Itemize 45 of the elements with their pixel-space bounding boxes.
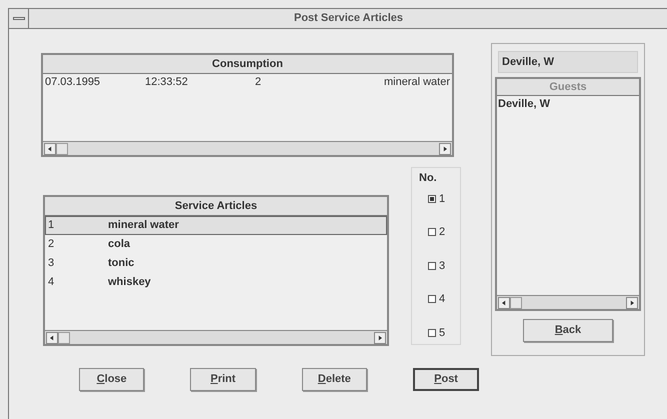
dialog-button[interactable]: Print [190,368,256,391]
scroll-right-icon[interactable] [374,332,386,344]
scroll-right-icon[interactable] [626,296,638,308]
list-row[interactable]: 07.03.1995 12:33:52 2 mineral water [43,74,452,90]
article-cell-text: whiskey [108,275,151,290]
dialog-button[interactable]: Post [413,368,480,391]
list-row[interactable]: 1 mineral water [45,216,387,235]
number-cell-text: 4 [48,275,56,290]
number-cell-text: 2 [48,237,56,252]
back-button[interactable]: Back [523,319,613,342]
quantity-radio[interactable]: 5 [428,324,446,341]
article-cell-text: tonic [108,256,134,272]
dialog-button[interactable]: Close [79,368,144,391]
list-header: Guests [497,79,639,96]
scroll-left-icon[interactable] [498,296,510,308]
scrollbar-thumb[interactable] [510,296,522,308]
number-cell-text: 3 [48,256,56,272]
horizontal-scrollbar[interactable] [497,295,639,309]
list-header: Consumption [43,55,452,74]
window-title: Post Service Articles [294,11,404,26]
number-cell-text: 1 [48,218,56,234]
quantity-cell-text: 2 [255,74,262,90]
scroll-left-icon[interactable] [44,142,56,154]
scrollbar-thumb[interactable] [58,332,70,344]
list-row[interactable]: 3 tonic [45,254,387,273]
guest-field[interactable]: Deville, W [498,51,638,73]
scrollbar-thumb[interactable] [56,142,68,154]
quantity-radio[interactable]: 2 [428,224,446,240]
scroll-left-icon[interactable] [46,332,58,344]
quantity-label: No. [419,171,438,186]
list-header: Service Articles [45,197,387,216]
time-cell-text: 12:33:52 [145,74,189,90]
article-cell-text: cola [108,237,130,252]
quantity-radio[interactable]: 1 [428,190,446,207]
scroll-right-icon[interactable] [439,142,451,154]
article-cell-text: mineral water [382,74,450,90]
article-cell-text: mineral water [108,218,179,234]
list-row[interactable]: 2 cola [45,235,387,254]
list-row[interactable]: 4 whiskey [45,273,387,292]
horizontal-scrollbar[interactable] [45,330,387,344]
dialog-button[interactable]: Delete [302,368,368,391]
date-cell-text: 07.03.1995 [45,74,102,90]
quantity-radio[interactable]: 3 [428,258,446,274]
quantity-radio[interactable]: 4 [428,291,446,308]
horizontal-scrollbar[interactable] [43,141,452,155]
